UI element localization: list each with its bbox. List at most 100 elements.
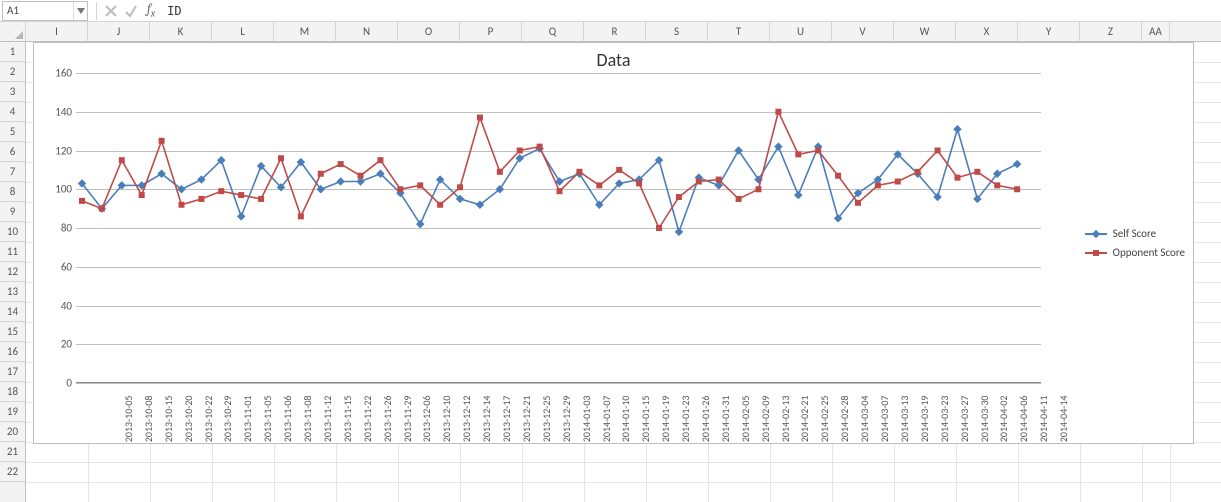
x-tick-label: 2013-12-06 xyxy=(421,396,434,443)
chart-svg xyxy=(76,73,1041,383)
x-tick-label: 2014-01-26 xyxy=(699,396,712,443)
x-tick-label: 2014-03-19 xyxy=(918,396,931,443)
name-box-dropdown[interactable] xyxy=(73,2,87,20)
row-header-20[interactable]: 20 xyxy=(0,422,25,442)
x-tick-label: 2013-11-06 xyxy=(281,396,294,443)
column-header-K[interactable]: K xyxy=(150,22,212,41)
column-header-M[interactable]: M xyxy=(274,22,336,41)
row-header-5[interactable]: 5 xyxy=(0,122,25,142)
row-header-21[interactable]: 21 xyxy=(0,442,25,462)
y-tick-label: 40 xyxy=(42,299,72,312)
column-header-N[interactable]: N xyxy=(336,22,398,41)
name-box[interactable]: A1 xyxy=(2,1,88,21)
column-header-Y[interactable]: Y xyxy=(1018,22,1080,41)
x-tick-label: 2013-11-22 xyxy=(361,396,374,443)
column-header-AA[interactable]: AA xyxy=(1142,22,1170,41)
x-tick-label: 2014-01-31 xyxy=(719,396,732,443)
x-tick-label: 2014-04-02 xyxy=(998,396,1011,443)
y-tick-label: 100 xyxy=(42,183,72,196)
row-header-6[interactable]: 6 xyxy=(0,142,25,162)
x-tick-label: 2014-04-14 xyxy=(1057,396,1070,443)
legend-label-opponent: Opponent Score xyxy=(1113,246,1185,259)
enter-icon xyxy=(121,1,141,21)
x-tick-label: 2014-03-23 xyxy=(938,396,951,443)
column-header-Q[interactable]: Q xyxy=(522,22,584,41)
x-tick-label: 2014-04-11 xyxy=(1037,396,1050,443)
cell-grid[interactable]: Data 2013-10-052013-10-082013-10-152013-… xyxy=(26,42,1221,502)
y-tick-label: 20 xyxy=(42,338,72,351)
x-tick-label: 2013-12-21 xyxy=(520,396,533,443)
row-header-14[interactable]: 14 xyxy=(0,302,25,322)
x-tick-label: 2014-03-04 xyxy=(858,396,871,443)
x-tick-label: 2013-12-29 xyxy=(560,396,573,443)
column-header-J[interactable]: J xyxy=(88,22,150,41)
column-headers: IJKLMNOPQRSTUVWXYZAA xyxy=(26,22,1221,42)
formula-input[interactable] xyxy=(161,1,1221,21)
row-header-7[interactable]: 7 xyxy=(0,162,25,182)
x-tick-label: 2014-02-13 xyxy=(779,396,792,443)
row-header-2[interactable]: 2 xyxy=(0,62,25,82)
row-header-16[interactable]: 16 xyxy=(0,342,25,362)
row-header-11[interactable]: 11 xyxy=(0,242,25,262)
column-header-L[interactable]: L xyxy=(212,22,274,41)
row-header-18[interactable]: 18 xyxy=(0,382,25,402)
cancel-icon xyxy=(101,1,121,21)
x-tick-label: 2013-11-01 xyxy=(242,396,255,443)
row-header-19[interactable]: 19 xyxy=(0,402,25,422)
column-header-I[interactable]: I xyxy=(26,22,88,41)
row-header-13[interactable]: 13 xyxy=(0,282,25,302)
column-header-R[interactable]: R xyxy=(584,22,646,41)
y-tick-label: 140 xyxy=(42,105,72,118)
separator xyxy=(96,2,97,20)
row-header-22[interactable]: 22 xyxy=(0,462,25,482)
chart-title: Data xyxy=(34,43,1193,73)
row-header-1[interactable]: 1 xyxy=(0,42,25,62)
worksheet: IJKLMNOPQRSTUVWXYZAA 1234567891011121314… xyxy=(0,22,1221,502)
column-header-S[interactable]: S xyxy=(646,22,708,41)
y-tick-label: 0 xyxy=(42,377,72,390)
row-header-10[interactable]: 10 xyxy=(0,222,25,242)
column-header-W[interactable]: W xyxy=(894,22,956,41)
x-tick-label: 2014-02-21 xyxy=(799,396,812,443)
row-headers: 12345678910111213141516171819202122 xyxy=(0,42,26,502)
x-tick-label: 2013-11-26 xyxy=(381,396,394,443)
y-tick-label: 60 xyxy=(42,260,72,273)
formula-bar: A1 fx xyxy=(0,0,1221,22)
x-tick-label: 2013-12-14 xyxy=(480,396,493,443)
x-tick-label: 2013-11-15 xyxy=(341,396,354,443)
chart-plot-area: 2013-10-052013-10-082013-10-152013-10-20… xyxy=(76,73,1041,383)
row-header-15[interactable]: 15 xyxy=(0,322,25,342)
x-tick-label: 2013-11-12 xyxy=(321,396,334,443)
row-header-3[interactable]: 3 xyxy=(0,82,25,102)
x-tick-label: 2013-11-08 xyxy=(301,396,314,443)
column-header-O[interactable]: O xyxy=(398,22,460,41)
y-tick-label: 160 xyxy=(42,67,72,80)
legend-marker-self xyxy=(1085,233,1107,235)
x-tick-label: 2014-02-28 xyxy=(838,396,851,443)
x-tick-label: 2014-01-07 xyxy=(600,396,613,443)
column-header-Z[interactable]: Z xyxy=(1080,22,1142,41)
column-header-T[interactable]: T xyxy=(708,22,770,41)
row-header-8[interactable]: 8 xyxy=(0,182,25,202)
select-all-triangle[interactable] xyxy=(0,22,26,42)
x-tick-label: 2014-03-13 xyxy=(898,396,911,443)
x-tick-label: 2013-10-29 xyxy=(222,396,235,443)
column-header-P[interactable]: P xyxy=(460,22,522,41)
row-header-17[interactable]: 17 xyxy=(0,362,25,382)
x-tick-label: 2013-12-12 xyxy=(460,396,473,443)
chart-object[interactable]: Data 2013-10-052013-10-082013-10-152013-… xyxy=(33,42,1194,444)
x-tick-label: 2014-01-15 xyxy=(639,396,652,443)
x-tick-label: 2013-12-17 xyxy=(500,396,513,443)
x-tick-label: 2013-10-08 xyxy=(142,396,155,443)
fx-icon[interactable]: fx xyxy=(141,2,161,20)
row-header-9[interactable]: 9 xyxy=(0,202,25,222)
legend-item-opponent: Opponent Score xyxy=(1085,246,1185,259)
row-header-12[interactable]: 12 xyxy=(0,262,25,282)
y-tick-label: 80 xyxy=(42,222,72,235)
row-header-4[interactable]: 4 xyxy=(0,102,25,122)
x-tick-label: 2013-10-22 xyxy=(202,396,215,443)
column-header-X[interactable]: X xyxy=(956,22,1018,41)
column-header-U[interactable]: U xyxy=(770,22,832,41)
name-box-value: A1 xyxy=(3,4,73,17)
column-header-V[interactable]: V xyxy=(832,22,894,41)
